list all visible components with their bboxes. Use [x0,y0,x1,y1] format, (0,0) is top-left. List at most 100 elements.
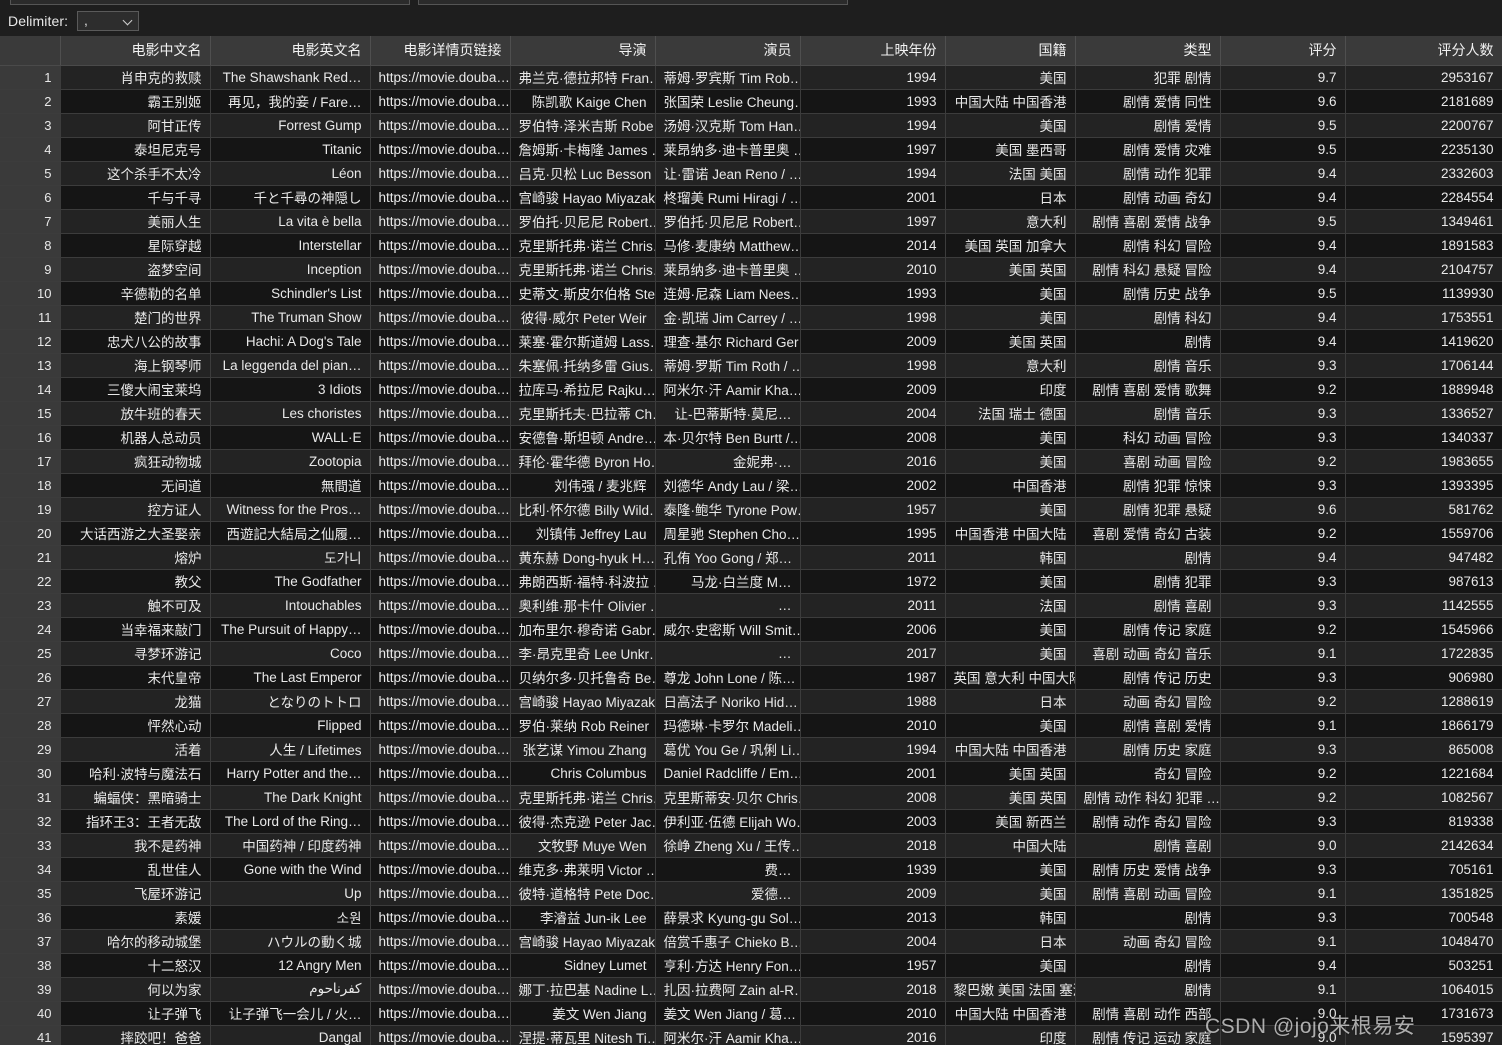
cell-en-title[interactable]: The Truman Show [210,305,371,330]
cell-cn-title[interactable]: 泰坦尼克号 [60,137,211,162]
cell-year[interactable]: 2008 [800,785,946,810]
cell-cn-title[interactable]: 千与千寻 [60,185,211,210]
cell-cn-title[interactable]: 忠犬八公的故事 [60,329,211,354]
cell-cn-title[interactable]: 素媛 [60,905,211,930]
cell-votes[interactable]: 1064015 [1345,977,1502,1002]
cell-detail-url[interactable]: https://movie.douba… [370,233,511,258]
cell-country[interactable]: 美国 [945,617,1076,642]
row-number[interactable]: 24 [0,617,61,642]
cell-en-title[interactable]: The Shawshank Red… [210,65,371,90]
cell-cn-title[interactable]: 楚门的世界 [60,305,211,330]
cell-country[interactable]: 中国香港 [945,473,1076,498]
cell-score[interactable]: 9.2 [1220,689,1346,714]
cell-country[interactable]: 法国 瑞士 德国 [945,401,1076,426]
table-row[interactable]: 2 霸王别姬 再见，我的妾 / Fare… https://movie.douba… 陈… [0,89,1502,114]
cell-actors[interactable]: 罗伯托·贝尼尼 Robert… [655,209,801,234]
column-header-cn-title[interactable]: 电影中文名 [60,36,211,66]
cell-cn-title[interactable]: 控方证人 [60,497,211,522]
cell-score[interactable]: 9.7 [1220,65,1346,90]
cell-detail-url[interactable]: https://movie.douba… [370,113,511,138]
cell-en-title[interactable]: 人生 / Lifetimes [210,737,371,762]
cell-year[interactable]: 2006 [800,617,946,642]
cell-detail-url[interactable]: https://movie.douba… [370,761,511,786]
cell-genre[interactable]: 剧情 喜剧 [1075,833,1221,858]
cell-cn-title[interactable]: 蝙蝠侠：黑暗骑士 [60,785,211,810]
cell-votes[interactable]: 2953167 [1345,65,1502,90]
cell-genre[interactable]: 剧情 犯罪 [1075,569,1221,594]
column-header-genre[interactable]: 类型 [1075,36,1221,66]
cell-genre[interactable]: 剧情 喜剧 [1075,593,1221,618]
cell-director[interactable]: 彼特·道格特 Pete Doc… [510,881,656,906]
cell-en-title[interactable]: The Pursuit of Happy… [210,617,371,642]
table-row[interactable]: 11 楚门的世界 The Truman Show https://movie.doub… [0,305,1502,330]
cell-year[interactable]: 2009 [800,377,946,402]
cell-cn-title[interactable]: 怦然心动 [60,713,211,738]
row-number[interactable]: 22 [0,569,61,594]
table-row[interactable]: 33 我不是药神 中国药神 / 印度药神 https://movie.douba… 文牧… [0,833,1502,858]
cell-year[interactable]: 2001 [800,185,946,210]
cell-country[interactable]: 美国 [945,953,1076,978]
cell-genre[interactable]: 剧情 喜剧 动画 冒险 [1075,881,1221,906]
cell-year[interactable]: 1987 [800,665,946,690]
cell-actors[interactable]: 伊利亚·伍德 Elijah Wo… [655,809,801,834]
cell-cn-title[interactable]: 龙猫 [60,689,211,714]
cell-cn-title[interactable]: 何以为家 [60,977,211,1002]
table-row[interactable]: 4 泰坦尼克号 Titanic https://movie.douba… 詹姆斯·卡梅隆… [0,137,1502,162]
row-number[interactable]: 30 [0,761,61,786]
cell-en-title[interactable]: Titanic [210,137,371,162]
table-row[interactable]: 12 忠犬八公的故事 Hachi: A Dog's Tale https://movi… [0,329,1502,354]
cell-score[interactable]: 9.3 [1220,905,1346,930]
table-row[interactable]: 7 美丽人生 La vita è bella https://movie.douba…… [0,209,1502,234]
cell-year[interactable]: 1957 [800,497,946,522]
cell-detail-url[interactable]: https://movie.douba… [370,257,511,282]
cell-country[interactable]: 黎巴嫩 美国 法国 塞浦… [945,977,1076,1002]
cell-actors[interactable]: 威尔·史密斯 Will Smit… [655,617,801,642]
cell-detail-url[interactable]: https://movie.douba… [370,929,511,954]
cell-detail-url[interactable]: https://movie.douba… [370,977,511,1002]
cell-year[interactable]: 1997 [800,137,946,162]
cell-country[interactable]: 法国 [945,593,1076,618]
cell-genre[interactable]: 剧情 历史 爱情 战争 [1075,857,1221,882]
column-header-votes[interactable]: 评分人数 [1345,36,1502,66]
column-header-country[interactable]: 国籍 [945,36,1076,66]
cell-year[interactable]: 2004 [800,929,946,954]
table-row[interactable]: 24 当幸福来敲门 The Pursuit of Happy… https://mov… [0,617,1502,642]
cell-cn-title[interactable]: 辛德勒的名单 [60,281,211,306]
cell-score[interactable]: 9.6 [1220,89,1346,114]
cell-year[interactable]: 1994 [800,65,946,90]
cell-en-title[interactable]: La leggenda del pian… [210,353,371,378]
cell-year[interactable]: 2010 [800,713,946,738]
row-number[interactable]: 36 [0,905,61,930]
cell-genre[interactable]: 剧情 犯罪 悬疑 [1075,497,1221,522]
cell-cn-title[interactable]: 末代皇帝 [60,665,211,690]
cell-director[interactable]: 李濬益 Jun-ik Lee [510,905,656,930]
cell-score[interactable]: 9.5 [1220,209,1346,234]
cell-score[interactable]: 9.4 [1220,185,1346,210]
cell-score[interactable]: 9.1 [1220,713,1346,738]
cell-votes[interactable]: 1419620 [1345,329,1502,354]
cell-director[interactable]: Chris Columbus [510,761,656,786]
cell-score[interactable]: 9.3 [1220,353,1346,378]
table-row[interactable]: 10 辛德勒的名单 Schindler's List https://movie.do… [0,281,1502,306]
cell-director[interactable]: 拉库马·希拉尼 Rajku… [510,377,656,402]
cell-country[interactable]: 美国 [945,65,1076,90]
cell-year[interactable]: 2016 [800,449,946,474]
table-row[interactable]: 30 哈利·波特与魔法石 Harry Potter and the… https://… [0,761,1502,786]
table-row[interactable]: 3 阿甘正传 Forrest Gump https://movie.douba… 罗伯特… [0,113,1502,138]
cell-detail-url[interactable]: https://movie.douba… [370,521,511,546]
cell-actors[interactable]: Daniel Radcliffe / Em… [655,761,801,786]
cell-genre[interactable]: 剧情 科幻 悬疑 冒险 [1075,257,1221,282]
cell-country[interactable]: 韩国 [945,905,1076,930]
column-header-score[interactable]: 评分 [1220,36,1346,66]
cell-votes[interactable]: 700548 [1345,905,1502,930]
cell-genre[interactable]: 动画 奇幻 冒险 [1075,689,1221,714]
cell-detail-url[interactable]: https://movie.douba… [370,89,511,114]
cell-country[interactable]: 英国 意大利 中国大陆 … [945,665,1076,690]
cell-actors[interactable]: 蒂姆·罗宾斯 Tim Rob… [655,65,801,90]
cell-en-title[interactable]: 3 Idiots [210,377,371,402]
cell-cn-title[interactable]: 这个杀手不太冷 [60,161,211,186]
row-number[interactable]: 5 [0,161,61,186]
cell-actors[interactable]: 周星驰 Stephen Cho… [655,521,801,546]
row-number[interactable]: 13 [0,353,61,378]
cell-score[interactable]: 9.6 [1220,497,1346,522]
